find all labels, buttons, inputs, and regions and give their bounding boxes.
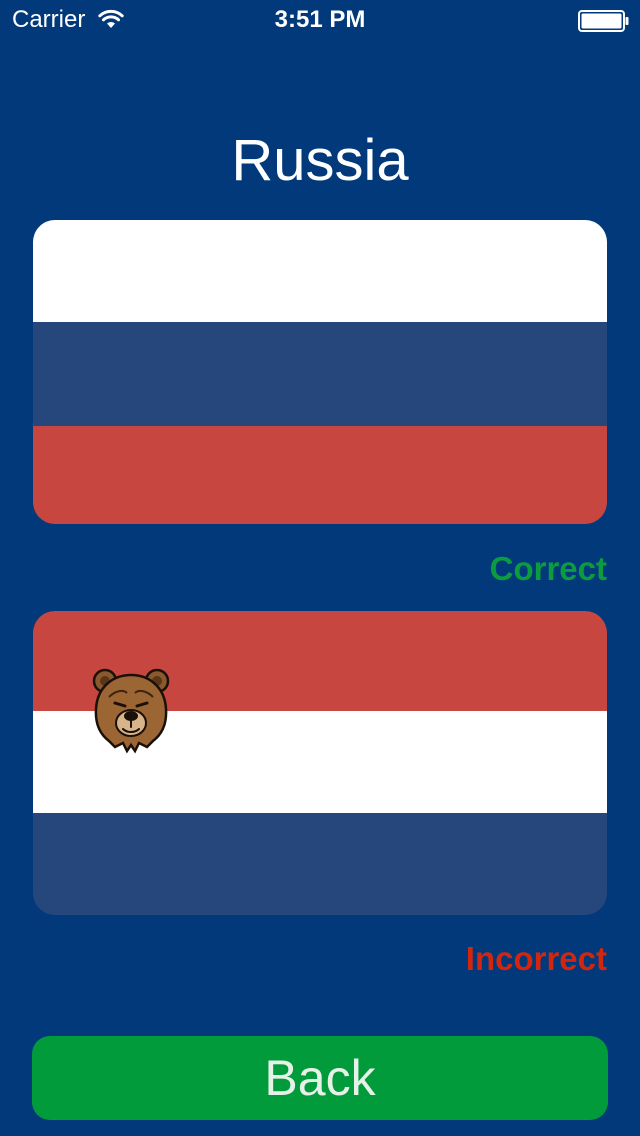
- flag-stripe-red: [33, 426, 607, 524]
- bear-head-icon: [92, 668, 170, 754]
- page-title: Russia: [231, 128, 409, 193]
- flag-stripe-blue: [33, 813, 607, 915]
- status-bar: Carrier 3:51 PM: [0, 0, 640, 40]
- flag-stripe-blue: [33, 322, 607, 426]
- result-label-correct: Correct: [489, 550, 607, 587]
- flag-option-2[interactable]: [33, 611, 607, 915]
- result-label-incorrect: Incorrect: [465, 940, 607, 977]
- flag-stripe-white: [33, 220, 607, 322]
- status-time: 3:51 PM: [274, 6, 366, 33]
- flag-option-1[interactable]: [33, 220, 607, 524]
- back-button[interactable]: Back: [32, 1036, 608, 1120]
- battery-icon: [578, 10, 629, 32]
